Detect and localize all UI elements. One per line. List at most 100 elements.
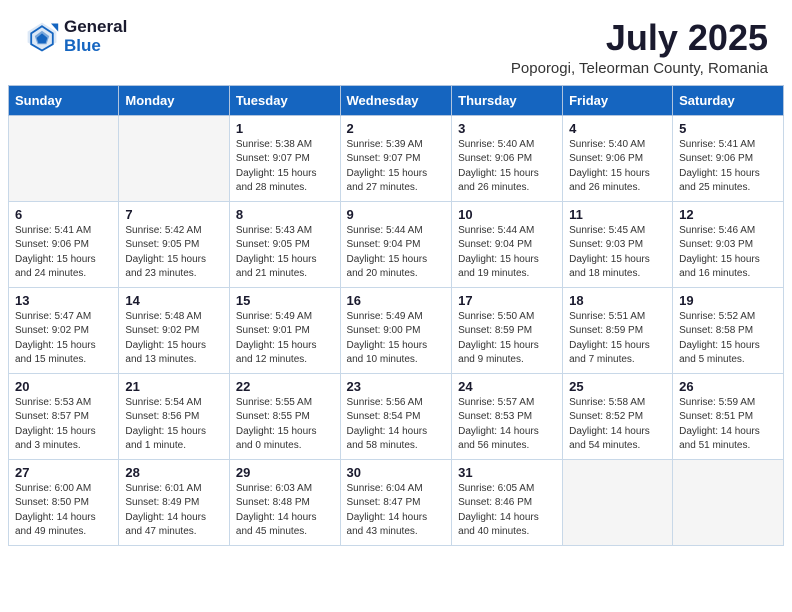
calendar-day-cell: 7 Sunrise: 5:42 AM Sunset: 9:05 PM Daylig… [119,201,230,287]
calendar-wrapper: SundayMondayTuesdayWednesdayThursdayFrid… [0,85,792,554]
calendar-day-cell: 16Sunrise: 5:49 AM Sunset: 9:00 PM Dayli… [340,287,452,373]
day-info: Sunrise: 5:38 AM Sunset: 9:07 PM Dayligh… [236,138,334,196]
calendar-table: SundayMondayTuesdayWednesdayThursdayFrid… [8,85,784,546]
day-number: 13 [15,293,112,308]
calendar-day-cell: 18 Sunrise: 5:51 AM Sunset: 8:59 PM Dayli… [563,287,673,373]
calendar-day-cell: 21Sunrise: 5:54 AM Sunset: 8:56 PM Dayli… [119,373,230,459]
calendar-day-cell: 23 Sunrise: 5:56 AM Sunset: 8:54 PM Dayli… [340,373,452,459]
day-info: Sunrise: 5:59 AM Sunset: 8:51 PM Dayligh… [679,396,777,454]
calendar-day-cell: 27 Sunrise: 6:00 AM Sunset: 8:50 PM Dayli… [9,459,119,545]
day-number: 20 [15,379,112,394]
month-title: July 2025 [511,18,768,58]
day-number: 16 [347,293,446,308]
location-title: Poporogi, Teleorman County, Romania [511,60,768,77]
day-number: 14 [125,293,223,308]
calendar-day-cell: 3 Sunrise: 5:40 AM Sunset: 9:06 PM Daylig… [452,115,563,201]
calendar-day-cell: 30 Sunrise: 6:04 AM Sunset: 8:47 PM Dayli… [340,459,452,545]
day-info: Sunrise: 5:50 AM Sunset: 8:59 PM Dayligh… [458,310,556,368]
day-info: Sunrise: 5:52 AM Sunset: 8:58 PM Dayligh… [679,310,777,368]
day-number: 11 [569,207,666,222]
calendar-day-cell: 2 Sunrise: 5:39 AM Sunset: 9:07 PM Daylig… [340,115,452,201]
calendar-day-cell: 11Sunrise: 5:45 AM Sunset: 9:03 PM Dayli… [563,201,673,287]
calendar-day-cell: 1 Sunrise: 5:38 AM Sunset: 9:07 PM Daylig… [229,115,340,201]
calendar-day-cell: 13 Sunrise: 5:47 AM Sunset: 9:02 PM Dayli… [9,287,119,373]
day-info: Sunrise: 5:58 AM Sunset: 8:52 PM Dayligh… [569,396,666,454]
calendar-day-cell [9,115,119,201]
day-number: 2 [347,121,446,136]
day-number: 5 [679,121,777,136]
day-number: 30 [347,465,446,480]
calendar-day-cell [673,459,784,545]
weekday-header: Friday [563,85,673,115]
day-info: Sunrise: 5:44 AM Sunset: 9:04 PM Dayligh… [347,224,446,282]
day-info: Sunrise: 5:53 AM Sunset: 8:57 PM Dayligh… [15,396,112,454]
calendar-day-cell: 8 Sunrise: 5:43 AM Sunset: 9:05 PM Daylig… [229,201,340,287]
calendar-day-cell [563,459,673,545]
day-number: 8 [236,207,334,222]
calendar-day-cell: 29Sunrise: 6:03 AM Sunset: 8:48 PM Dayli… [229,459,340,545]
calendar-day-cell: 5Sunrise: 5:41 AM Sunset: 9:06 PM Daylig… [673,115,784,201]
day-info: Sunrise: 6:04 AM Sunset: 8:47 PM Dayligh… [347,482,446,540]
day-info: Sunrise: 5:39 AM Sunset: 9:07 PM Dayligh… [347,138,446,196]
calendar-week-row: 1 Sunrise: 5:38 AM Sunset: 9:07 PM Daylig… [9,115,784,201]
calendar-day-cell: 17 Sunrise: 5:50 AM Sunset: 8:59 PM Dayli… [452,287,563,373]
day-info: Sunrise: 5:49 AM Sunset: 9:01 PM Dayligh… [236,310,334,368]
calendar-day-cell: 28 Sunrise: 6:01 AM Sunset: 8:49 PM Dayli… [119,459,230,545]
day-info: Sunrise: 5:56 AM Sunset: 8:54 PM Dayligh… [347,396,446,454]
calendar-header: SundayMondayTuesdayWednesdayThursdayFrid… [9,85,784,115]
calendar-week-row: 13 Sunrise: 5:47 AM Sunset: 9:02 PM Dayli… [9,287,784,373]
day-info: Sunrise: 6:01 AM Sunset: 8:49 PM Dayligh… [125,482,223,540]
day-info: Sunrise: 5:44 AM Sunset: 9:04 PM Dayligh… [458,224,556,282]
logo: General Blue [24,18,127,55]
title-block: July 2025 Poporogi, Teleorman County, Ro… [511,18,768,77]
day-info: Sunrise: 5:55 AM Sunset: 8:55 PM Dayligh… [236,396,334,454]
day-info: Sunrise: 5:42 AM Sunset: 9:05 PM Dayligh… [125,224,223,282]
day-info: Sunrise: 5:43 AM Sunset: 9:05 PM Dayligh… [236,224,334,282]
weekday-row: SundayMondayTuesdayWednesdayThursdayFrid… [9,85,784,115]
logo-text: General Blue [64,18,127,55]
day-number: 3 [458,121,556,136]
weekday-header: Sunday [9,85,119,115]
day-number: 18 [569,293,666,308]
day-number: 28 [125,465,223,480]
logo-icon [24,19,60,55]
logo-blue: Blue [64,37,127,56]
day-number: 24 [458,379,556,394]
calendar-day-cell: 4 Sunrise: 5:40 AM Sunset: 9:06 PM Daylig… [563,115,673,201]
day-number: 4 [569,121,666,136]
day-number: 26 [679,379,777,394]
day-number: 7 [125,207,223,222]
day-number: 6 [15,207,112,222]
day-number: 9 [347,207,446,222]
calendar-day-cell: 20 Sunrise: 5:53 AM Sunset: 8:57 PM Dayli… [9,373,119,459]
day-number: 31 [458,465,556,480]
day-number: 1 [236,121,334,136]
day-info: Sunrise: 5:41 AM Sunset: 9:06 PM Dayligh… [15,224,112,282]
day-number: 29 [236,465,334,480]
calendar-day-cell: 24 Sunrise: 5:57 AM Sunset: 8:53 PM Dayli… [452,373,563,459]
day-number: 10 [458,207,556,222]
day-number: 12 [679,207,777,222]
day-number: 22 [236,379,334,394]
weekday-header: Thursday [452,85,563,115]
calendar-week-row: 20 Sunrise: 5:53 AM Sunset: 8:57 PM Dayli… [9,373,784,459]
day-number: 23 [347,379,446,394]
day-info: Sunrise: 5:48 AM Sunset: 9:02 PM Dayligh… [125,310,223,368]
calendar-day-cell: 9 Sunrise: 5:44 AM Sunset: 9:04 PM Daylig… [340,201,452,287]
calendar-day-cell: 12Sunrise: 5:46 AM Sunset: 9:03 PM Dayli… [673,201,784,287]
calendar-week-row: 6 Sunrise: 5:41 AM Sunset: 9:06 PM Daylig… [9,201,784,287]
day-info: Sunrise: 5:40 AM Sunset: 9:06 PM Dayligh… [458,138,556,196]
calendar-day-cell: 26 Sunrise: 5:59 AM Sunset: 8:51 PM Dayli… [673,373,784,459]
calendar-day-cell: 14 Sunrise: 5:48 AM Sunset: 9:02 PM Dayli… [119,287,230,373]
day-number: 27 [15,465,112,480]
day-number: 25 [569,379,666,394]
calendar-day-cell: 10 Sunrise: 5:44 AM Sunset: 9:04 PM Dayli… [452,201,563,287]
weekday-header: Saturday [673,85,784,115]
day-info: Sunrise: 6:00 AM Sunset: 8:50 PM Dayligh… [15,482,112,540]
day-info: Sunrise: 5:47 AM Sunset: 9:02 PM Dayligh… [15,310,112,368]
day-info: Sunrise: 5:51 AM Sunset: 8:59 PM Dayligh… [569,310,666,368]
day-info: Sunrise: 5:57 AM Sunset: 8:53 PM Dayligh… [458,396,556,454]
day-info: Sunrise: 5:40 AM Sunset: 9:06 PM Dayligh… [569,138,666,196]
day-number: 17 [458,293,556,308]
calendar-day-cell: 31Sunrise: 6:05 AM Sunset: 8:46 PM Dayli… [452,459,563,545]
